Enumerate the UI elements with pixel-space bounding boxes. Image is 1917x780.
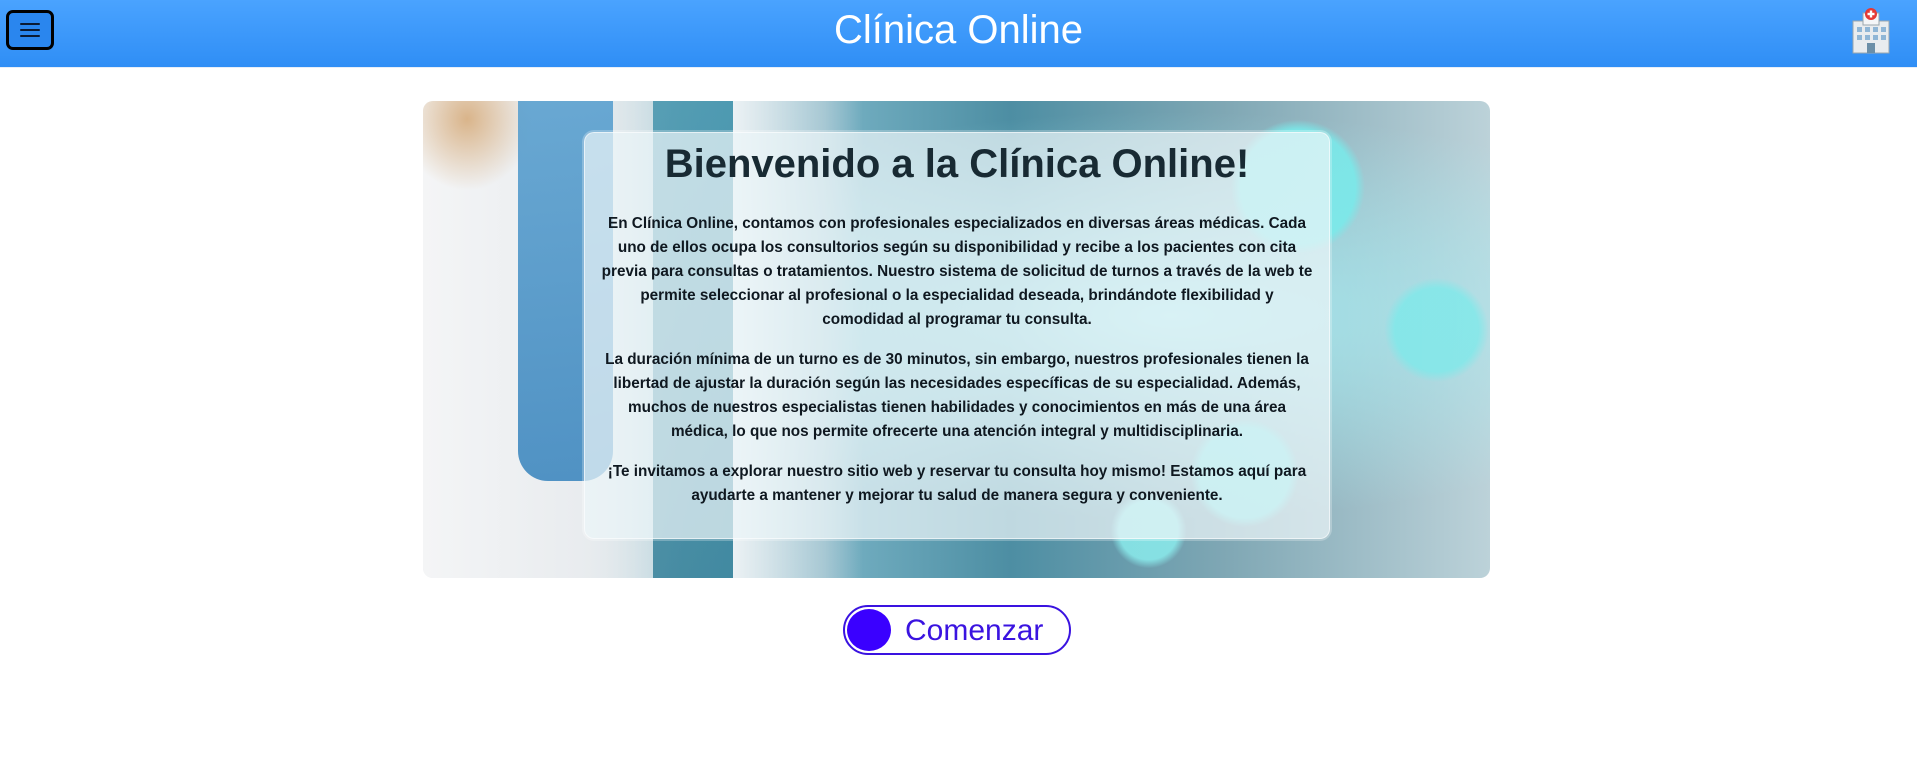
hero-image-hair [423,101,533,191]
hospital-icon [1852,8,1890,54]
app-title: Clínica Online [833,8,1083,52]
welcome-paragraph: La duración mínima de un turno es de 30 … [605,351,1309,440]
hero-banner: Bienvenido a la Clínica Online! En Clíni… [423,101,1490,578]
welcome-paragraph: En Clínica Online, contamos con profesio… [601,215,1313,328]
welcome-paragraph: ¡Te invitamos a explorar nuestro sitio w… [607,463,1307,504]
start-button-label: Comenzar [905,614,1044,647]
welcome-card: Bienvenido a la Clínica Online! En Clíni… [584,132,1330,539]
toggle-knob-icon [847,609,891,651]
welcome-text: En Clínica Online, contamos con profesio… [599,212,1315,524]
start-button[interactable]: Comenzar [843,605,1071,655]
top-navbar: Clínica Online [0,0,1917,68]
welcome-heading: Bienvenido a la Clínica Online! [664,142,1250,186]
